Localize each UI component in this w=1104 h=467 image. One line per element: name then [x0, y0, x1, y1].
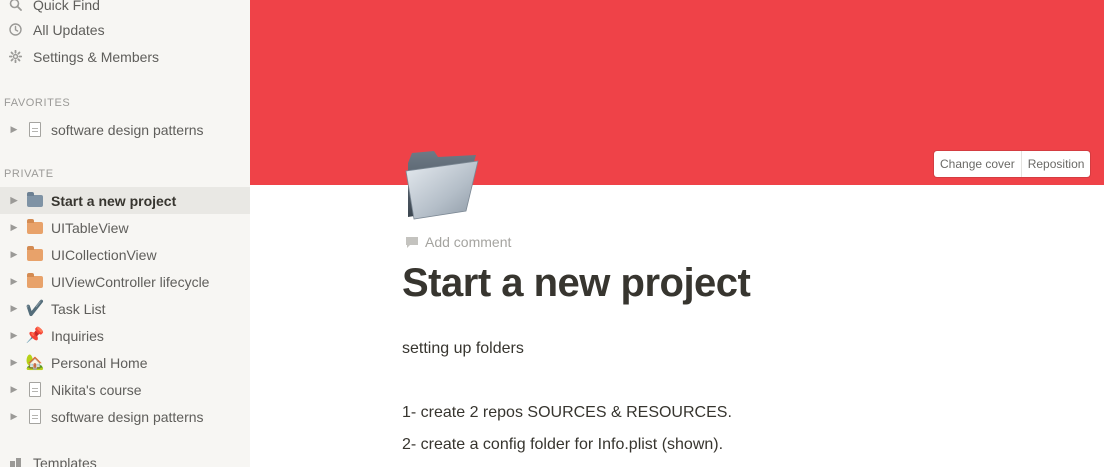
quick-find-label: Quick Find	[33, 0, 100, 13]
sidebar-item-uitableview[interactable]: ▶ UITableView	[0, 214, 250, 241]
sidebar-item-nikitas-course[interactable]: ▶ Nikita's course	[0, 376, 250, 403]
reposition-button[interactable]: Reposition	[1020, 151, 1091, 177]
settings-members-item[interactable]: Settings & Members	[0, 43, 250, 70]
change-cover-button[interactable]: Change cover	[934, 151, 1021, 177]
sidebar-item-label: Task List	[51, 300, 106, 317]
sidebar-item-label: Inquiries	[51, 327, 104, 344]
sidebar-item-label: Personal Home	[51, 354, 148, 371]
sidebar-item-label: UITableView	[51, 219, 129, 236]
sidebar-item-label: Start a new project	[51, 192, 177, 209]
templates-label: Templates	[33, 454, 97, 467]
sidebar-item-label: software design patterns	[51, 121, 204, 138]
add-comment-label: Add comment	[425, 234, 512, 250]
text-block[interactable]: setting up folders	[402, 340, 524, 358]
expand-caret-icon[interactable]: ▶	[9, 411, 19, 422]
folder-icon	[25, 191, 45, 211]
expand-caret-icon[interactable]: ▶	[9, 124, 19, 135]
folder-icon[interactable]	[404, 149, 480, 223]
expand-caret-icon[interactable]: ▶	[9, 249, 19, 260]
sidebar-item-uiviewcontroller-lifecycle[interactable]: ▶ UIViewController lifecycle	[0, 268, 250, 295]
sidebar-item-software-design-patterns[interactable]: ▶ software design patterns	[0, 403, 250, 430]
text-block[interactable]: 2- create a config folder for Info.plist…	[402, 436, 723, 454]
search-icon	[8, 0, 22, 12]
templates-item[interactable]: Templates	[0, 449, 250, 467]
expand-caret-icon[interactable]: ▶	[9, 222, 19, 233]
sidebar-item-task-list[interactable]: ▶ ✔️ Task List	[0, 295, 250, 322]
package-icon	[25, 218, 45, 238]
document-icon	[25, 120, 45, 140]
document-icon	[25, 407, 45, 427]
check-mark-icon: ✔️	[25, 300, 45, 317]
all-updates-label: All Updates	[33, 21, 105, 38]
cover-controls: Change cover Reposition	[934, 151, 1091, 177]
expand-caret-icon[interactable]: ▶	[9, 330, 19, 341]
sidebar-item-label: UICollectionView	[51, 246, 157, 263]
sidebar-item-label: Nikita's course	[51, 381, 142, 398]
document-icon	[25, 380, 45, 400]
expand-caret-icon[interactable]: ▶	[9, 276, 19, 287]
sidebar-item-start-a-new-project[interactable]: ▶ Start a new project	[0, 187, 250, 214]
settings-members-label: Settings & Members	[33, 48, 160, 65]
templates-icon	[8, 456, 22, 467]
text-block[interactable]: 1- create 2 repos SOURCES & RESOURCES.	[402, 404, 732, 422]
sidebar-item-uicollectionview[interactable]: ▶ UICollectionView	[0, 241, 250, 268]
package-icon	[25, 272, 45, 292]
sidebar: Quick Find All Updates Settings & Member…	[0, 0, 250, 467]
pushpin-icon: 📌	[25, 327, 45, 344]
sidebar-item-personal-home[interactable]: ▶ 🏡 Personal Home	[0, 349, 250, 376]
gear-icon	[8, 50, 22, 64]
clock-icon	[8, 23, 22, 37]
page-title[interactable]: Start a new project	[402, 261, 751, 306]
page-content: Change cover Reposition Add comment Star…	[250, 0, 1104, 467]
sidebar-item-label: software design patterns	[51, 408, 204, 425]
expand-caret-icon[interactable]: ▶	[9, 384, 19, 395]
expand-caret-icon[interactable]: ▶	[9, 357, 19, 368]
sidebar-item-software-design-patterns-favorite[interactable]: ▶ software design patterns	[0, 116, 250, 143]
favorites-section-label: FAVORITES	[4, 97, 71, 109]
comment-icon	[405, 236, 419, 249]
all-updates-item[interactable]: All Updates	[0, 16, 250, 43]
expand-caret-icon[interactable]: ▶	[9, 195, 19, 206]
house-icon: 🏡	[25, 354, 45, 371]
private-section-label: PRIVATE	[4, 168, 54, 180]
sidebar-item-label: UIViewController lifecycle	[51, 273, 210, 290]
sidebar-item-inquiries[interactable]: ▶ 📌 Inquiries	[0, 322, 250, 349]
expand-caret-icon[interactable]: ▶	[9, 303, 19, 314]
package-icon	[25, 245, 45, 265]
add-comment-button[interactable]: Add comment	[405, 234, 511, 250]
